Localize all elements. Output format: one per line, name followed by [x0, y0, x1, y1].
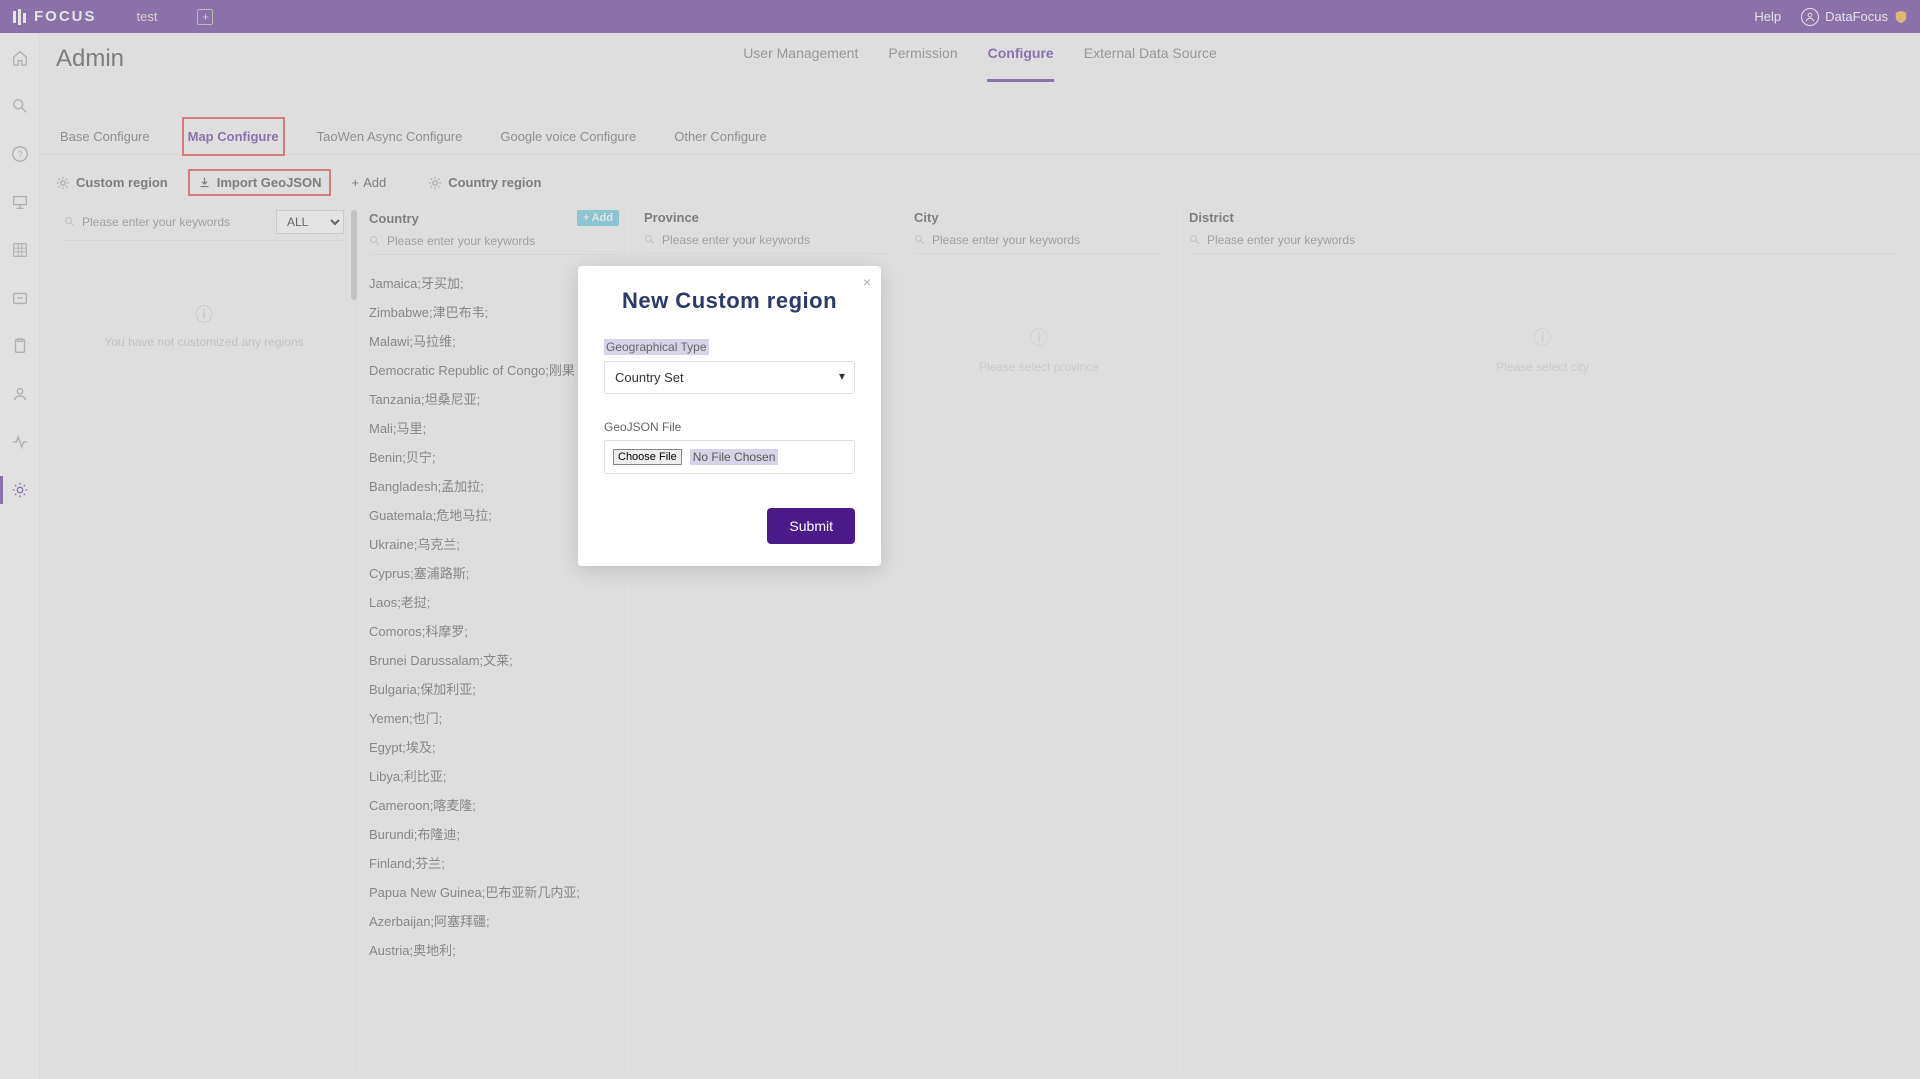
no-file-text: No File Chosen [690, 449, 779, 465]
modal-title: New Custom region [604, 288, 855, 314]
modal-overlay[interactable] [0, 0, 1920, 1079]
close-icon[interactable]: × [863, 274, 871, 290]
file-input-row: Choose File No File Chosen [604, 440, 855, 474]
submit-button[interactable]: Submit [767, 508, 855, 544]
geo-type-label: Geographical Type [604, 339, 709, 355]
geojson-file-label: GeoJSON File [604, 420, 855, 434]
choose-file-button[interactable]: Choose File [613, 449, 682, 465]
new-custom-region-modal: × New Custom region Geographical Type Co… [578, 266, 881, 566]
geo-type-select[interactable]: Country Set [604, 361, 855, 394]
